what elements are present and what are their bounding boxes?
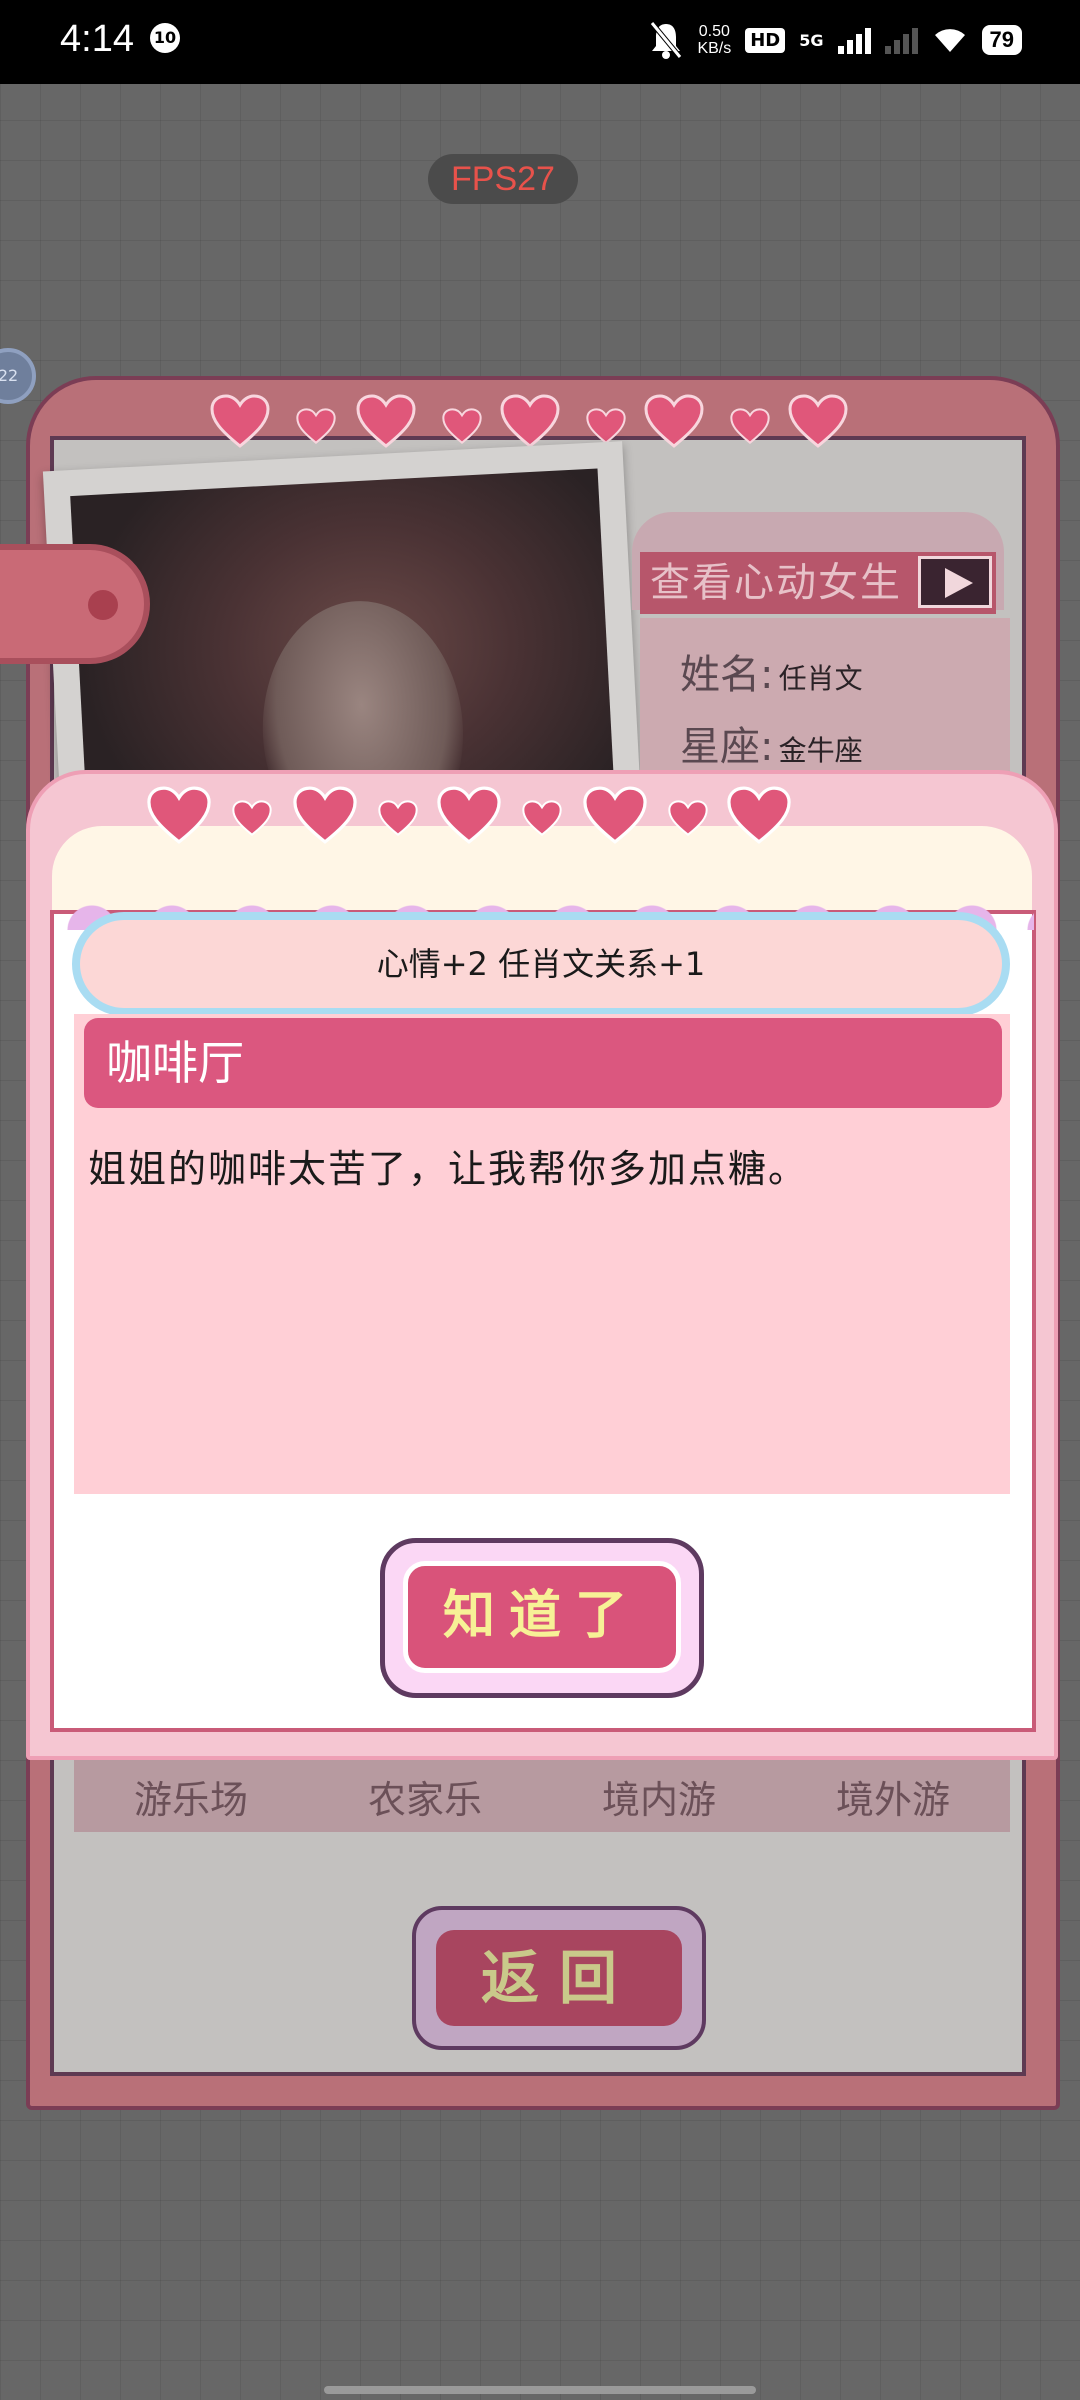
signal-icon xyxy=(837,26,871,54)
constellation-value: 金牛座 xyxy=(778,734,863,767)
heart-icon xyxy=(582,786,648,844)
event-message: 姐姐的咖啡太苦了，让我帮你多加点糖。 xyxy=(88,1147,809,1191)
heart-icon xyxy=(726,786,792,844)
battery-icon: 79 xyxy=(981,25,1022,55)
hd-icon: HD xyxy=(745,27,786,53)
heart-icon xyxy=(730,408,770,444)
network-speed-unit: KB/s xyxy=(697,40,732,57)
heart-icon xyxy=(436,786,502,844)
heart-icon xyxy=(644,394,704,448)
tab-farm-stay[interactable]: 农家乐 xyxy=(368,1769,482,1824)
heart-icon xyxy=(788,394,848,448)
play-video-icon[interactable] xyxy=(918,556,992,608)
location-tabs: 游乐场 农家乐 境内游 境外游 xyxy=(74,1760,1010,1832)
name-key: 姓名 xyxy=(680,652,760,698)
gesture-nav-bar[interactable] xyxy=(324,2386,756,2394)
constellation-colon: : xyxy=(760,724,774,770)
network-speed: 0.50 KB/s xyxy=(697,23,731,57)
heart-icon xyxy=(210,394,270,448)
heart-icon xyxy=(668,800,708,836)
name-colon: : xyxy=(760,652,774,698)
tab-amusement-park[interactable]: 游乐场 xyxy=(134,1769,248,1824)
tab-overseas-travel[interactable]: 境外游 xyxy=(836,1769,950,1824)
notification-badge: 10 xyxy=(150,23,180,53)
heart-icon xyxy=(442,408,482,444)
side-tab-dot xyxy=(88,590,118,620)
name-value: 任肖文 xyxy=(778,662,863,695)
side-tab-button[interactable] xyxy=(0,544,150,664)
heart-icon xyxy=(146,786,212,844)
heart-icon xyxy=(586,408,626,444)
heart-icon xyxy=(522,800,562,836)
network-type: 5G xyxy=(799,30,824,50)
return-button-label: 返回 xyxy=(436,1930,682,2026)
reward-message: 心情+2 任肖文关系+1 xyxy=(72,912,1010,1016)
heart-icon xyxy=(292,786,358,844)
heart-icon xyxy=(296,408,336,444)
event-title: 咖啡厅 xyxy=(84,1018,1002,1108)
signal-2-icon xyxy=(884,26,918,54)
status-time: 4:14 xyxy=(60,18,134,60)
heart-icon xyxy=(232,800,272,836)
return-button[interactable]: 返回 xyxy=(412,1906,706,2050)
mute-bell-icon xyxy=(650,21,683,59)
status-bar: 4:14 10 0.50 KB/s HD 5G 79 xyxy=(0,0,1080,84)
constellation-key: 星座 xyxy=(680,724,760,770)
constellation-row: 星座: 金牛座 xyxy=(680,714,863,772)
tab-domestic-travel[interactable]: 境内游 xyxy=(602,1769,716,1824)
wifi-icon xyxy=(934,29,965,52)
heart-icon xyxy=(356,394,416,448)
network-speed-value: 0.50 xyxy=(698,23,730,40)
heart-icon xyxy=(500,394,560,448)
fps-counter: FPS27 xyxy=(428,154,578,204)
name-row: 姓名: 任肖文 xyxy=(680,642,863,700)
got-it-button[interactable]: 知道了 xyxy=(380,1538,704,1698)
info-card: 姓名: 任肖文 星座: 金牛座 xyxy=(640,618,1010,778)
heart-icon xyxy=(378,800,418,836)
got-it-button-label: 知道了 xyxy=(403,1561,681,1673)
